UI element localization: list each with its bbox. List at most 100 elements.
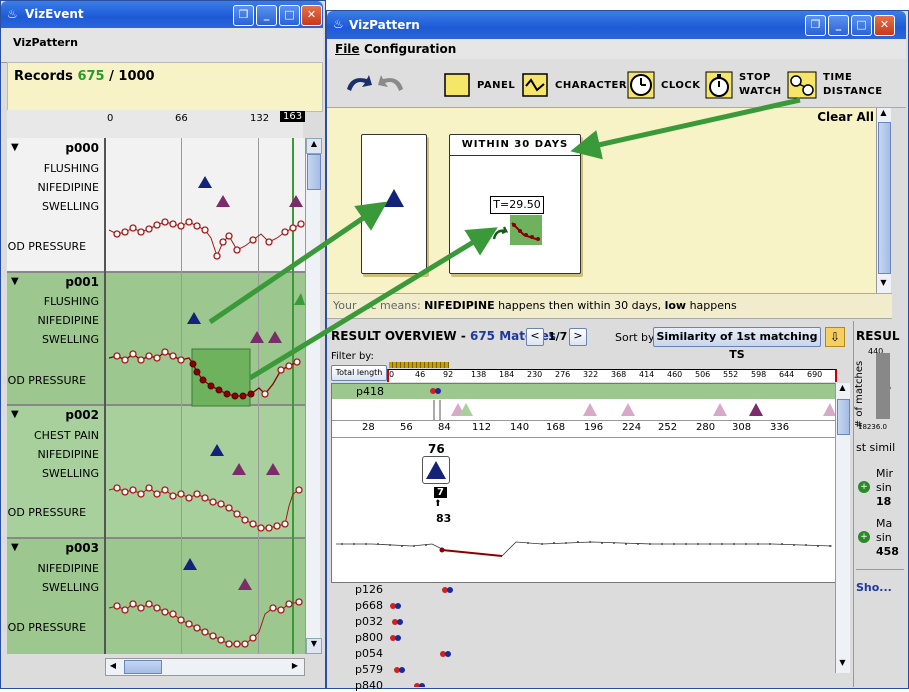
scroll-up-button[interactable]: ▲ <box>306 138 322 154</box>
maximize-button[interactable]: □ <box>279 5 300 26</box>
vizpattern-window: ♨ VizPattern ❐ _ □ ✕ File Configuration … <box>326 10 909 692</box>
nifedipine-event-icon <box>426 461 446 479</box>
detail-tick: 140 <box>510 422 530 433</box>
scroll-right-button[interactable]: ▶ <box>288 659 302 673</box>
vizevent-window: ♨ VizEvent ❐ _ □ ✕ VizPattern Records 67… <box>0 0 326 689</box>
scroll-thumb[interactable] <box>837 399 850 435</box>
side-histogram-bar <box>876 353 890 419</box>
vizevent-titlebar[interactable]: ♨ VizEvent ❐ _ □ ✕ <box>1 1 323 28</box>
query-mid: happens then within 30 days, <box>494 299 665 312</box>
detail-tick: 280 <box>696 422 716 433</box>
low-pattern-glyph[interactable] <box>510 215 542 245</box>
flushing-marker <box>294 293 305 305</box>
scroll-h-thumb[interactable] <box>124 660 162 674</box>
horizontal-scrollbar[interactable]: ◀ ▶ <box>105 658 305 676</box>
query-panel-1[interactable] <box>361 134 427 274</box>
time-distance-tool-icon[interactable] <box>787 71 817 99</box>
filter-total-length-button[interactable]: Total length <box>331 365 387 381</box>
filter-tick: 92 <box>443 370 454 379</box>
page-prev-button[interactable]: < <box>526 328 544 346</box>
canvas-scrollbar[interactable]: ▲ ▼ <box>876 108 891 293</box>
filter-label: Filter by: <box>331 351 374 362</box>
side-divider <box>856 569 904 570</box>
scroll-left-button[interactable]: ◀ <box>106 659 120 673</box>
sort-select[interactable]: Similarity of 1st matching TS <box>653 327 821 361</box>
query-panel-2[interactable]: WITHIN 30 DAYS T=29.50 <box>449 134 581 274</box>
page-next-button[interactable]: > <box>569 328 587 346</box>
time-constraint-box[interactable]: T=29.50 <box>490 196 544 214</box>
swelling-marker <box>268 331 282 343</box>
filter-histogram <box>389 362 449 368</box>
menu-vizpattern[interactable]: VizPattern <box>13 36 78 49</box>
stopwatch-tool-label-1[interactable]: STOP <box>739 71 771 84</box>
connector-arrow-icon <box>492 226 508 240</box>
vizevent-menubar: VizPattern <box>1 28 323 63</box>
side-min-sub: sin <box>876 481 892 494</box>
nifedipine-query-marker[interactable] <box>382 187 406 209</box>
minimize-button[interactable]: _ <box>828 15 849 36</box>
side-y-label: # of matches <box>854 360 866 429</box>
close-button[interactable]: ✕ <box>874 15 895 36</box>
side-max-value: 458 <box>876 545 899 558</box>
scroll-up-button[interactable]: ▲ <box>877 108 890 121</box>
character-tool-label[interactable]: CHARACTER <box>555 79 627 92</box>
filter-tick: 552 <box>723 370 739 379</box>
stopwatch-tool-icon[interactable] <box>705 71 733 99</box>
filter-tick: 46 <box>415 370 426 379</box>
scroll-thumb[interactable] <box>307 154 321 190</box>
character-tool-icon[interactable] <box>521 72 549 98</box>
detail-tick: 252 <box>658 422 678 433</box>
query-canvas[interactable]: Clear All WITHIN 30 DAYS T=29.50 <box>327 108 876 293</box>
clock-tool-label[interactable]: CLOCK <box>661 79 700 92</box>
time-distance-label-1[interactable]: TIME <box>823 71 852 84</box>
selected-record-detail[interactable]: p418 28 56 84 112 140 168 196 224 252 28… <box>331 383 837 583</box>
selected-record-id: p418 <box>356 385 384 398</box>
axis-current-badge[interactable]: 163 <box>280 111 306 122</box>
vizpattern-titlebar[interactable]: ♨ VizPattern ❐ _ □ ✕ <box>327 11 906 39</box>
minimize-button[interactable]: _ <box>256 5 277 26</box>
redo-icon[interactable] <box>377 71 407 95</box>
detail-tick: 28 <box>362 422 375 433</box>
records-summary: Records 675 / 1000 <box>7 62 323 112</box>
scroll-thumb[interactable] <box>878 122 891 274</box>
scroll-up-button[interactable]: ▲ <box>836 383 849 396</box>
event-card[interactable] <box>422 456 450 484</box>
side-show-link[interactable]: Sho... <box>856 581 892 594</box>
vertical-scrollbar[interactable]: ▲ ▼ <box>305 138 322 654</box>
panel-tool-icon[interactable] <box>443 72 471 98</box>
detail-tick: 196 <box>584 422 604 433</box>
max-add-icon[interactable]: + <box>858 531 870 543</box>
panel-tool-label[interactable]: PANEL <box>477 79 515 92</box>
scroll-down-button[interactable]: ▼ <box>877 278 890 291</box>
menu-configuration[interactable]: Configuration <box>364 42 456 56</box>
records-prefix: Records <box>14 69 78 84</box>
scroll-down-button[interactable]: ▼ <box>836 658 849 671</box>
menu-file[interactable]: File <box>335 42 360 56</box>
undo-icon[interactable] <box>343 71 373 95</box>
side-title: RESUL <box>856 329 900 343</box>
maximize-button[interactable]: □ <box>851 15 872 36</box>
filter-tick: 0 <box>389 370 395 379</box>
result-record-list: p126 p668 p032 p800 p054 p579 p840 <box>331 581 835 692</box>
stopwatch-tool-label-2[interactable]: WATCH <box>739 85 782 98</box>
sort-direction-button[interactable]: ⇩ <box>825 327 845 347</box>
clear-all-button[interactable]: Clear All <box>817 110 874 124</box>
restore-button[interactable]: ❐ <box>233 5 254 26</box>
filter-tick: 506 <box>695 370 711 379</box>
filter-tick: 322 <box>583 370 599 379</box>
scroll-down-button[interactable]: ▼ <box>306 638 322 654</box>
results-scrollbar[interactable]: ▲ ▼ <box>835 383 850 673</box>
min-add-icon[interactable]: + <box>858 481 870 493</box>
swelling-marker <box>289 195 303 207</box>
connector-arrow-icon: ⬆ <box>434 499 442 509</box>
filter-tick: 276 <box>555 370 571 379</box>
clock-tool-icon[interactable] <box>627 71 655 99</box>
result-title: RESULT OVERVIEW - 675 Matches <box>331 329 556 343</box>
filter-ticks: 0 46 92 138 184 230 276 322 368 414 460 … <box>387 369 833 381</box>
selected-record-header[interactable]: p418 <box>332 384 836 399</box>
result-overview-panel: RESULT OVERVIEW - 675 Matches < 1/7 > So… <box>329 321 853 692</box>
time-distance-label-2[interactable]: DISTANCE <box>823 85 883 98</box>
detail-tick: 56 <box>400 422 413 433</box>
close-button[interactable]: ✕ <box>301 5 322 26</box>
restore-button[interactable]: ❐ <box>805 15 826 36</box>
